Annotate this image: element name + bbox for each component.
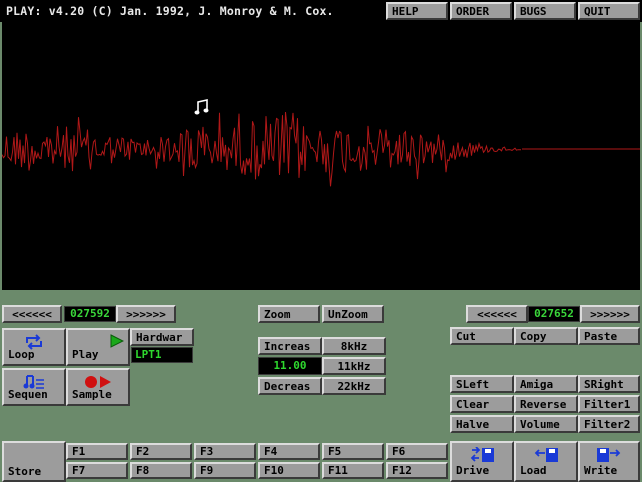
reverse-button[interactable]: Reverse xyxy=(514,395,578,413)
drive-icon xyxy=(452,446,512,463)
write-button[interactable]: Write xyxy=(578,441,640,482)
sample-label: Sample xyxy=(72,388,112,401)
store-button[interactable]: Store xyxy=(2,441,66,482)
music-note-icon xyxy=(194,99,209,115)
drive-label: Drive xyxy=(456,464,490,477)
shift-right-button[interactable]: SRight xyxy=(578,375,640,393)
hardware-button[interactable]: Hardwar xyxy=(130,328,194,346)
rate-11khz-button[interactable]: 11kHz xyxy=(322,357,386,375)
f5-button[interactable]: F5 xyxy=(322,443,384,460)
loop-button[interactable]: Loop xyxy=(2,328,66,366)
shift-left-button[interactable]: SLeft xyxy=(450,375,514,393)
halve-button[interactable]: Halve xyxy=(450,415,514,433)
increase-rate-button[interactable]: Increas xyxy=(258,337,322,355)
filter1-button[interactable]: Filter1 xyxy=(578,395,640,413)
cut-button[interactable]: Cut xyxy=(450,327,514,345)
sequence-label: Sequen xyxy=(8,388,48,401)
load-label: Load xyxy=(520,464,547,477)
right-position-counter: 027652 xyxy=(528,306,580,322)
sample-button[interactable]: Sample xyxy=(66,368,130,406)
volume-button[interactable]: Volume xyxy=(514,415,578,433)
waveform-svg xyxy=(2,99,640,187)
clear-button[interactable]: Clear xyxy=(450,395,514,413)
waveform-display[interactable] xyxy=(2,22,640,290)
app-window: PLAY: v4.20 (C) Jan. 1992, J. Monroy & M… xyxy=(0,0,642,482)
play-label: Play xyxy=(72,348,99,361)
f2-button[interactable]: F2 xyxy=(130,443,192,460)
drive-button[interactable]: Drive xyxy=(450,441,514,482)
sequence-button[interactable]: Sequen xyxy=(2,368,66,406)
order-button[interactable]: ORDER xyxy=(450,2,512,20)
rate-8khz-button[interactable]: 8kHz xyxy=(322,337,386,355)
f3-button[interactable]: F3 xyxy=(194,443,256,460)
bugs-button[interactable]: BUGS xyxy=(514,2,576,20)
left-scroll-back-button[interactable]: <<<<<< xyxy=(2,305,62,323)
play-button[interactable]: Play xyxy=(66,328,130,366)
unzoom-button[interactable]: UnZoom xyxy=(322,305,384,323)
write-label: Write xyxy=(584,464,618,477)
copy-button[interactable]: Copy xyxy=(514,327,578,345)
rate-22khz-button[interactable]: 22kHz xyxy=(322,377,386,395)
paste-button[interactable]: Paste xyxy=(578,327,640,345)
right-scroll-forward-button[interactable]: >>>>>> xyxy=(580,305,640,323)
f1-button[interactable]: F1 xyxy=(66,443,128,460)
right-scroll-back-button[interactable]: <<<<<< xyxy=(466,305,528,323)
hardware-port-field: LPT1 xyxy=(131,347,193,363)
f9-button[interactable]: F9 xyxy=(194,462,256,479)
help-button[interactable]: HELP xyxy=(386,2,448,20)
f12-button[interactable]: F12 xyxy=(386,462,448,479)
write-icon xyxy=(580,447,638,463)
zoom-button[interactable]: Zoom xyxy=(258,305,320,323)
app-title: PLAY: v4.20 (C) Jan. 1992, J. Monroy & M… xyxy=(6,4,334,18)
filter2-button[interactable]: Filter2 xyxy=(578,415,640,433)
left-position-counter: 027592 xyxy=(64,306,116,322)
load-button[interactable]: Load xyxy=(514,441,578,482)
f10-button[interactable]: F10 xyxy=(258,462,320,479)
decrease-rate-button[interactable]: Decreas xyxy=(258,377,322,395)
quit-button[interactable]: QUIT xyxy=(578,2,640,20)
loop-label: Loop xyxy=(8,348,35,361)
left-scroll-forward-button[interactable]: >>>>>> xyxy=(116,305,176,323)
amiga-button[interactable]: Amiga xyxy=(514,375,578,393)
f7-button[interactable]: F7 xyxy=(66,462,128,479)
f6-button[interactable]: F6 xyxy=(386,443,448,460)
f8-button[interactable]: F8 xyxy=(130,462,192,479)
sample-rate-value: 11.00 xyxy=(258,357,322,375)
waveform-line xyxy=(2,111,521,187)
f4-button[interactable]: F4 xyxy=(258,443,320,460)
load-icon xyxy=(516,447,576,463)
f11-button[interactable]: F11 xyxy=(322,462,384,479)
